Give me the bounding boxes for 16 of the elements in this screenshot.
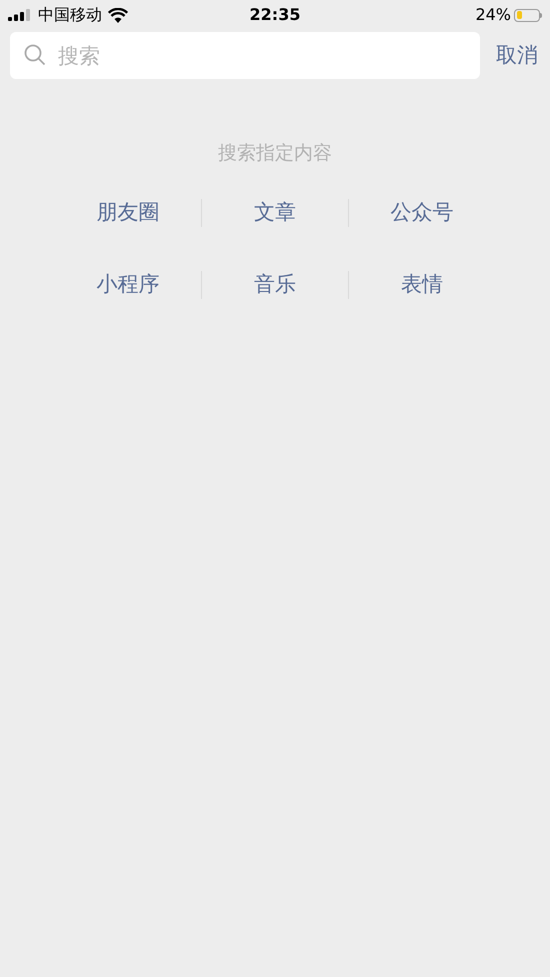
category-link[interactable]: 小程序	[96, 268, 160, 300]
hint-text: 搜索指定内容	[218, 141, 332, 166]
cancel-button[interactable]: 取消	[496, 40, 540, 72]
category-link[interactable]: 表情	[401, 268, 443, 300]
battery-icon	[514, 8, 542, 22]
clock-time: 22:35	[250, 4, 300, 26]
category-link[interactable]: 朋友圈	[96, 196, 160, 228]
category-link[interactable]: 文章	[254, 196, 296, 228]
wifi-icon	[108, 8, 128, 22]
search-field[interactable]: 搜索	[10, 32, 480, 79]
signal-icon	[8, 9, 32, 21]
category-link[interactable]: 公众号	[390, 196, 454, 228]
search-icon	[24, 44, 46, 66]
carrier-name: 中国移动	[38, 4, 102, 26]
category-link[interactable]: 音乐	[254, 268, 296, 300]
battery-percent: 24%	[475, 4, 511, 26]
